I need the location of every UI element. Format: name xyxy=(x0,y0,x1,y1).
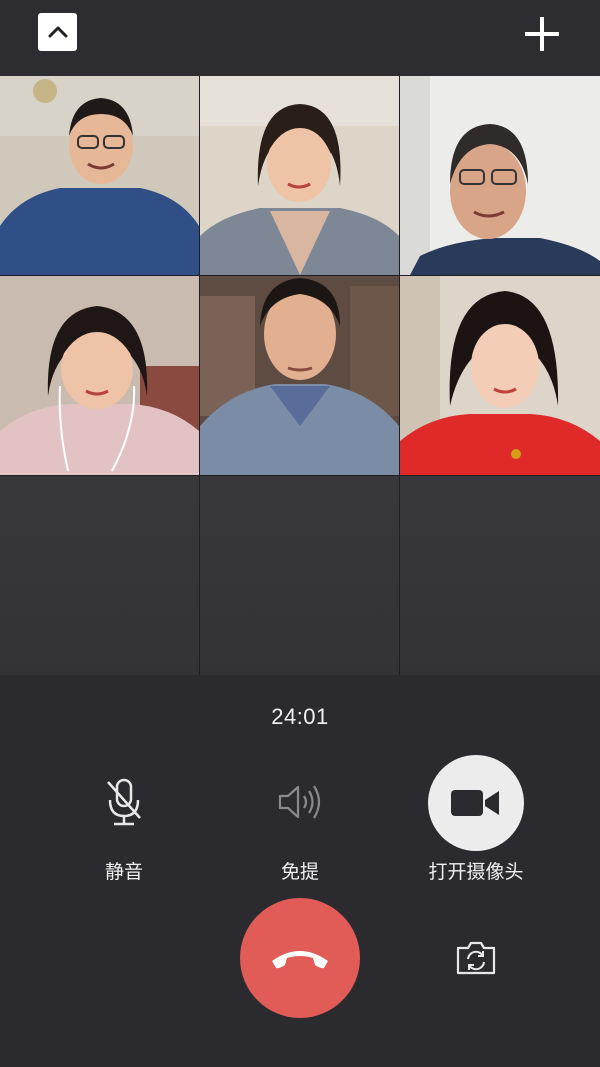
call-timer: 24:01 xyxy=(271,704,329,729)
participant-avatar xyxy=(0,76,199,275)
video-grid xyxy=(0,76,600,675)
speaker-label: 免提 xyxy=(280,861,319,883)
mute-button[interactable] xyxy=(92,770,156,834)
chevron-up-icon xyxy=(48,26,67,38)
microphone-muted-icon xyxy=(107,778,141,826)
participant-video-3[interactable] xyxy=(400,76,600,275)
hang-up-button[interactable] xyxy=(240,898,360,1018)
participant-video-1[interactable] xyxy=(0,76,199,275)
participant-avatar xyxy=(400,276,600,475)
speaker-icon xyxy=(278,785,321,819)
empty-video-slot xyxy=(0,476,199,675)
plus-icon xyxy=(525,17,559,51)
empty-video-slot xyxy=(200,476,399,675)
open-camera-button[interactable] xyxy=(428,755,524,851)
switch-camera-button[interactable] xyxy=(452,934,500,982)
participant-video-2[interactable] xyxy=(200,76,399,275)
empty-video-slot xyxy=(400,476,600,675)
participant-avatar xyxy=(200,276,399,475)
phone-hangup-icon xyxy=(272,951,328,969)
participant-avatar xyxy=(200,76,399,275)
participant-avatar xyxy=(0,276,199,475)
participant-avatar xyxy=(400,76,600,275)
open-camera-label: 打开摄像头 xyxy=(428,861,524,883)
participant-video-4[interactable] xyxy=(0,276,199,475)
switch-camera-icon xyxy=(456,941,496,975)
video-camera-icon xyxy=(451,790,499,816)
participant-video-6[interactable] xyxy=(400,276,600,475)
participant-video-5[interactable] xyxy=(200,276,399,475)
add-participant-button[interactable] xyxy=(522,14,562,54)
top-bar xyxy=(0,0,600,76)
speaker-button[interactable] xyxy=(268,770,332,834)
mute-label: 静音 xyxy=(104,861,143,883)
collapse-button[interactable] xyxy=(38,13,77,51)
